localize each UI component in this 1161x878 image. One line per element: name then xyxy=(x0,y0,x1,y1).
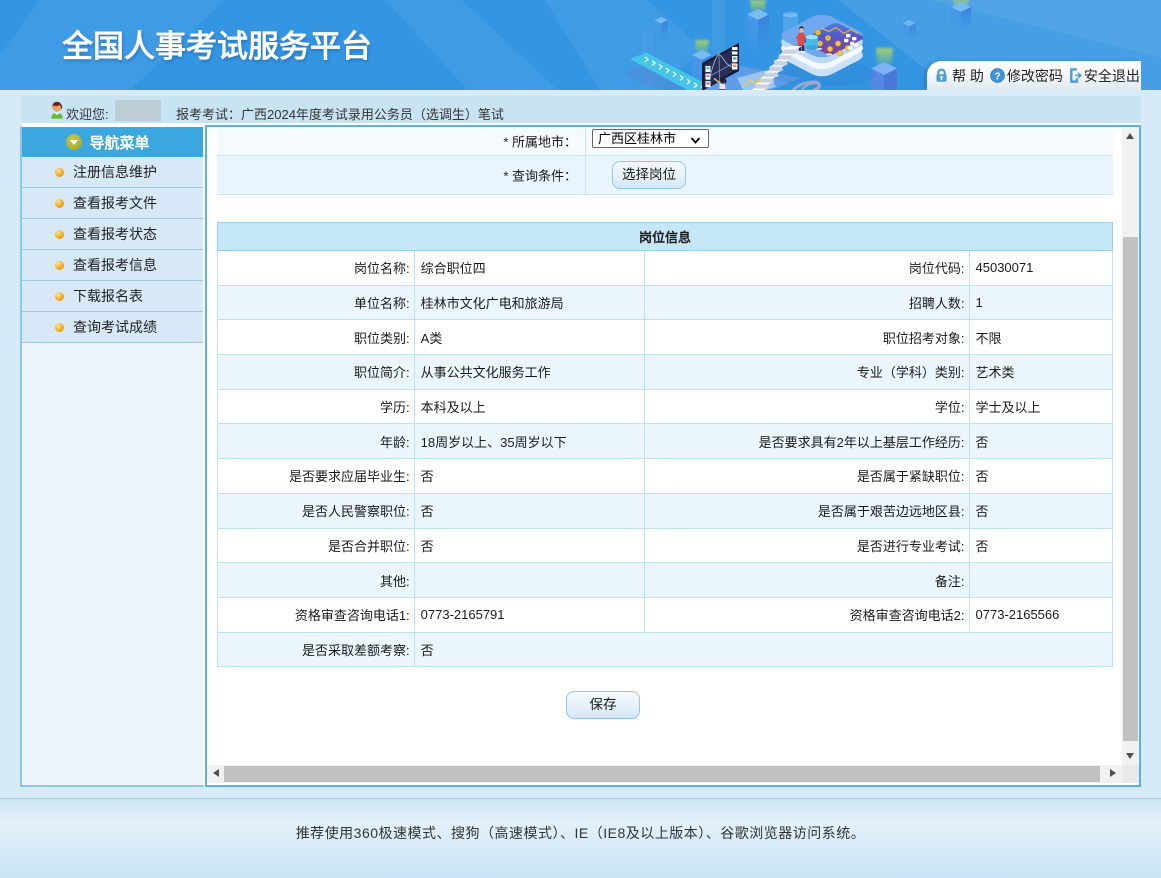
svg-text:?: ? xyxy=(994,71,1000,82)
